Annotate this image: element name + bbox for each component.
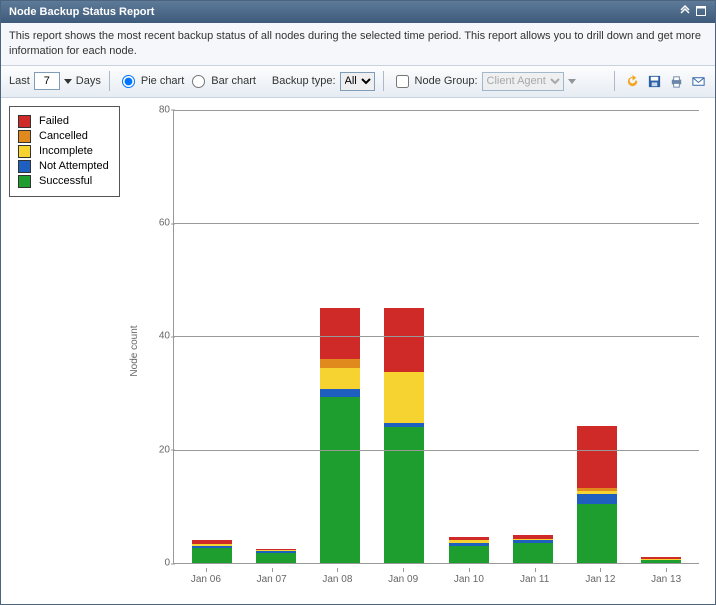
legend-item: Cancelled (18, 130, 109, 143)
days-label: Days (76, 75, 101, 87)
legend-swatch (18, 115, 31, 128)
x-tick-label: Jan 13 (633, 568, 699, 592)
legend-label: Failed (39, 115, 69, 127)
y-tick-label: 60 (148, 218, 170, 229)
y-tick-label: 80 (148, 104, 170, 115)
bar-stack[interactable] (320, 223, 360, 563)
chart-body: Failed Cancelled Incomplete Not Attempted Su… (1, 98, 715, 604)
grid-line (174, 336, 699, 337)
bar-segment[interactable] (384, 308, 424, 372)
bar-stack[interactable] (513, 450, 553, 563)
bar-segment[interactable] (384, 372, 424, 423)
separator (614, 71, 615, 91)
x-tick-label: Jan 11 (502, 568, 568, 592)
node-group-label[interactable]: Node Group: (415, 75, 478, 87)
x-tick-label: Jan 07 (239, 568, 305, 592)
bar-segment[interactable] (513, 543, 553, 563)
separator (109, 71, 110, 91)
legend-swatch (18, 160, 31, 173)
legend-item: Not Attempted (18, 160, 109, 173)
bar-segment[interactable] (320, 308, 360, 359)
node-group-checkbox[interactable] (396, 75, 409, 88)
node-group-dropdown-icon (568, 79, 576, 84)
bar-segment[interactable] (320, 368, 360, 389)
x-tick-label: Jan 12 (568, 568, 634, 592)
bar-stack[interactable] (577, 314, 617, 563)
legend: Failed Cancelled Incomplete Not Attempted Su… (9, 106, 120, 197)
bar-segment[interactable] (256, 553, 296, 563)
bar-segment[interactable] (320, 359, 360, 367)
y-tick-label: 40 (148, 331, 170, 342)
y-tick-label: 20 (148, 444, 170, 455)
legend-swatch (18, 130, 31, 143)
bar-segment[interactable] (320, 389, 360, 397)
titlebar: Node Backup Status Report (1, 1, 715, 23)
x-axis-labels: Jan 06Jan 07Jan 08Jan 09Jan 10Jan 11Jan … (173, 568, 699, 592)
bar-segment[interactable] (384, 427, 424, 563)
print-icon[interactable] (667, 72, 685, 90)
y-axis-label: Node count (129, 325, 140, 376)
backup-type-select[interactable]: All (340, 72, 375, 91)
x-tick-label: Jan 06 (173, 568, 239, 592)
plot-area: 020406080 (173, 110, 699, 564)
pie-chart-label[interactable]: Pie chart (141, 75, 184, 87)
last-days-dropdown-icon[interactable] (64, 79, 72, 84)
x-tick-label: Jan 10 (436, 568, 502, 592)
separator (383, 71, 384, 91)
x-tick-label: Jan 09 (370, 568, 436, 592)
bar-segment[interactable] (192, 548, 232, 563)
legend-item: Failed (18, 115, 109, 128)
grid-line (174, 450, 699, 451)
legend-label: Successful (39, 175, 92, 187)
grid-line (174, 223, 699, 224)
legend-item: Successful (18, 175, 109, 188)
y-tick-label: 0 (148, 558, 170, 569)
grid-line (174, 110, 699, 111)
bar-chart-label[interactable]: Bar chart (211, 75, 256, 87)
legend-label: Cancelled (39, 130, 88, 142)
bar-chart-radio[interactable] (192, 75, 205, 88)
report-panel: Node Backup Status Report This report sh… (0, 0, 716, 605)
last-days-input[interactable] (34, 72, 60, 90)
bar-segment[interactable] (641, 560, 681, 563)
bar-stack[interactable] (256, 484, 296, 563)
legend-label: Incomplete (39, 145, 93, 157)
bar-stack[interactable] (192, 461, 232, 563)
legend-swatch (18, 175, 31, 188)
legend-swatch (18, 145, 31, 158)
legend-item: Incomplete (18, 145, 109, 158)
bar-segment[interactable] (577, 426, 617, 488)
bar-stack[interactable] (641, 512, 681, 563)
bar-stack[interactable] (449, 455, 489, 563)
bar-stack[interactable] (384, 223, 424, 563)
report-description: This report shows the most recent backup… (1, 23, 715, 66)
close-icon[interactable] (695, 5, 707, 20)
email-icon[interactable] (689, 72, 707, 90)
legend-label: Not Attempted (39, 160, 109, 172)
pie-chart-radio[interactable] (122, 75, 135, 88)
bar-segment[interactable] (320, 397, 360, 563)
bar-segment[interactable] (449, 546, 489, 563)
bar-segment[interactable] (577, 504, 617, 563)
collapse-icon[interactable] (679, 5, 691, 20)
bar-segment[interactable] (577, 494, 617, 503)
last-label: Last (9, 75, 30, 87)
node-group-select[interactable]: Client Agent (482, 72, 564, 91)
x-tick-label: Jan 08 (305, 568, 371, 592)
backup-type-label: Backup type: (272, 75, 336, 87)
toolbar: Last Days Pie chart Bar chart Backup typ… (1, 66, 715, 98)
panel-title: Node Backup Status Report (9, 6, 675, 18)
refresh-icon[interactable] (623, 72, 641, 90)
save-icon[interactable] (645, 72, 663, 90)
chart: Node count 020406080 Jan 06Jan 07Jan 08J… (141, 110, 699, 592)
